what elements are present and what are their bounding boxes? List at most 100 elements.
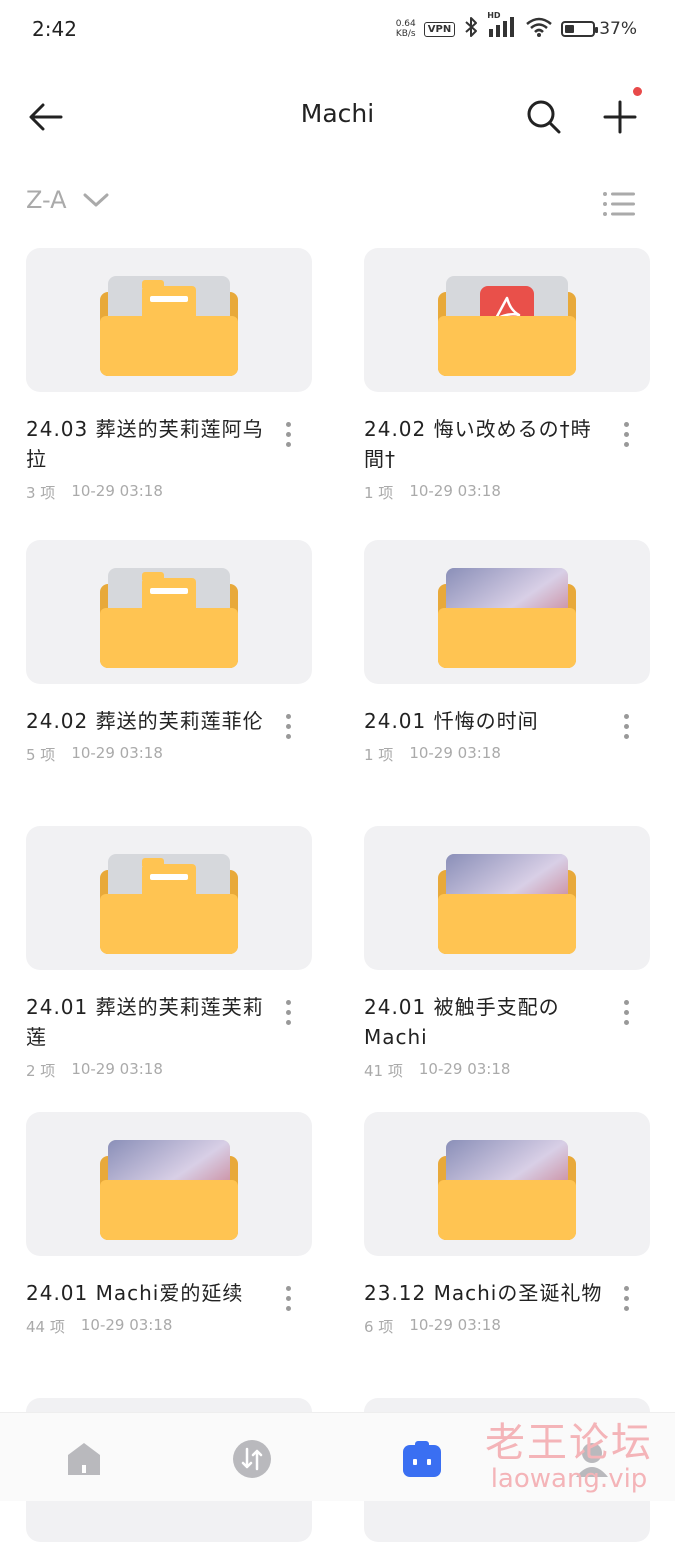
- home-icon: [68, 1443, 100, 1475]
- folder-thumbnail[interactable]: [364, 248, 650, 392]
- wifi-icon: [525, 16, 553, 42]
- sort-order-dropdown[interactable]: Z-A: [26, 186, 109, 214]
- folder-meta: 41 项 10-29 03:18: [364, 1060, 650, 1081]
- folder-icon: [100, 1140, 238, 1240]
- item-count: 1 项: [364, 746, 394, 764]
- folder-meta: 6 项 10-29 03:18: [364, 1316, 650, 1337]
- item-count: 3 项: [26, 484, 56, 502]
- folder-thumbnail[interactable]: [26, 248, 312, 392]
- folder-meta: 3 项 10-29 03:18: [26, 482, 312, 503]
- folder-icon: [438, 1140, 576, 1240]
- net-speed: 0.64 KB/s: [395, 19, 416, 39]
- folder-card[interactable]: 24.01 葬送的芙莉莲芙莉莲 2 项 10-29 03:18: [26, 826, 312, 1081]
- modified-date: 10-29 03:18: [71, 744, 163, 762]
- item-count: 41 项: [364, 1062, 403, 1080]
- folder-thumbnail[interactable]: [26, 826, 312, 970]
- folder-thumbnail[interactable]: [26, 1112, 312, 1256]
- folder-icon: [438, 276, 576, 376]
- search-button[interactable]: [520, 93, 568, 141]
- cellular-signal-icon: HD: [487, 11, 517, 41]
- folder-thumbnail[interactable]: [364, 826, 650, 970]
- folder-icon: [438, 854, 576, 954]
- folder-card[interactable]: 24.01 忏悔の时间 1 项 10-29 03:18: [364, 540, 650, 765]
- transfer-icon: [233, 1440, 271, 1478]
- nav-files[interactable]: [400, 1437, 444, 1481]
- battery-icon: [561, 21, 599, 37]
- top-app-bar: Machi: [0, 75, 675, 155]
- folder-card[interactable]: 24.02 悔い改めるの†時間† 1 项 10-29 03:18: [364, 248, 650, 503]
- modified-date: 10-29 03:18: [71, 1060, 163, 1078]
- page-title: Machi: [300, 99, 375, 128]
- watermark-url: laowang.vip: [490, 1464, 648, 1494]
- modified-date: 10-29 03:18: [409, 1316, 501, 1334]
- folder-card[interactable]: 24.03 葬送的芙莉莲阿乌拉 3 项 10-29 03:18: [26, 248, 312, 503]
- search-icon: [527, 100, 561, 134]
- folder-icon: [100, 276, 238, 376]
- more-vert-icon: [623, 421, 629, 427]
- more-options-button[interactable]: [276, 996, 300, 1028]
- more-vert-icon: [623, 1285, 629, 1291]
- more-options-button[interactable]: [614, 710, 638, 742]
- sort-label: Z-A: [26, 186, 67, 214]
- folder-card[interactable]: 24.02 葬送的芙莉莲菲伦 5 项 10-29 03:18: [26, 540, 312, 765]
- folder-icon: [100, 568, 238, 668]
- nav-home[interactable]: [62, 1437, 106, 1481]
- folder-meta: 5 项 10-29 03:18: [26, 744, 312, 765]
- status-bar: 2:42 0.64 KB/s VPN HD 37%: [0, 0, 675, 60]
- more-options-button[interactable]: [276, 1282, 300, 1314]
- folder-title: 23.12 Machiの圣诞礼物: [364, 1281, 603, 1305]
- bluetooth-icon: [463, 16, 479, 42]
- status-time: 2:42: [32, 17, 77, 41]
- list-view-icon: [603, 192, 635, 216]
- chevron-down-icon: [83, 193, 109, 207]
- folder-icon: [438, 568, 576, 668]
- item-count: 44 项: [26, 1318, 65, 1336]
- more-vert-icon: [285, 713, 291, 719]
- folder-title: 24.02 悔い改めるの†時間†: [364, 417, 592, 471]
- folder-title: 24.01 Machi爱的延续: [26, 1281, 244, 1305]
- item-count: 2 项: [26, 1062, 56, 1080]
- folder-meta: 44 项 10-29 03:18: [26, 1316, 312, 1337]
- watermark: 老王论坛 laowang.vip: [485, 1410, 653, 1494]
- notification-dot: [633, 87, 642, 96]
- item-count: 5 项: [26, 746, 56, 764]
- battery-fill: [565, 25, 575, 33]
- nav-transfer[interactable]: [230, 1437, 274, 1481]
- more-options-button[interactable]: [614, 1282, 638, 1314]
- modified-date: 10-29 03:18: [71, 482, 163, 500]
- more-options-button[interactable]: [614, 418, 638, 450]
- vpn-badge: VPN: [423, 21, 456, 37]
- battery-indicator: 37%: [561, 19, 637, 39]
- folder-title: 24.01 葬送的芙莉莲芙莉莲: [26, 995, 264, 1049]
- folder-card[interactable]: 23.12 Machiの圣诞礼物 6 项 10-29 03:18: [364, 1112, 650, 1337]
- more-options-button[interactable]: [276, 418, 300, 450]
- more-vert-icon: [623, 999, 629, 1005]
- folder-title: 24.01 被触手支配のMachi: [364, 995, 560, 1049]
- more-options-button[interactable]: [276, 710, 300, 742]
- folder-card[interactable]: 24.01 被触手支配のMachi 41 项 10-29 03:18: [364, 826, 650, 1081]
- item-count: 6 项: [364, 1318, 394, 1336]
- folder-card[interactable]: 24.01 Machi爱的延续 44 项 10-29 03:18: [26, 1112, 312, 1337]
- view-mode-button[interactable]: [599, 186, 639, 222]
- folder-thumbnail[interactable]: [26, 540, 312, 684]
- folder-meta: 1 项 10-29 03:18: [364, 482, 650, 503]
- sort-bar: Z-A: [0, 178, 675, 230]
- status-icons: 0.64 KB/s VPN HD 37%: [395, 11, 637, 42]
- files-icon: [403, 1441, 441, 1477]
- battery-percent: 37%: [599, 19, 637, 39]
- plus-icon: [603, 100, 637, 134]
- folder-icon: [100, 854, 238, 954]
- more-vert-icon: [285, 1285, 291, 1291]
- item-count: 1 项: [364, 484, 394, 502]
- folder-title: 24.01 忏悔の时间: [364, 709, 539, 733]
- folder-title: 24.02 葬送的芙莉莲菲伦: [26, 709, 264, 733]
- add-button[interactable]: [596, 87, 644, 141]
- modified-date: 10-29 03:18: [409, 482, 501, 500]
- more-vert-icon: [623, 713, 629, 719]
- watermark-title: 老王论坛: [485, 1420, 653, 1466]
- folder-thumbnail[interactable]: [364, 1112, 650, 1256]
- more-options-button[interactable]: [614, 996, 638, 1028]
- modified-date: 10-29 03:18: [409, 744, 501, 762]
- folder-thumbnail[interactable]: [364, 540, 650, 684]
- folder-title: 24.03 葬送的芙莉莲阿乌拉: [26, 417, 264, 471]
